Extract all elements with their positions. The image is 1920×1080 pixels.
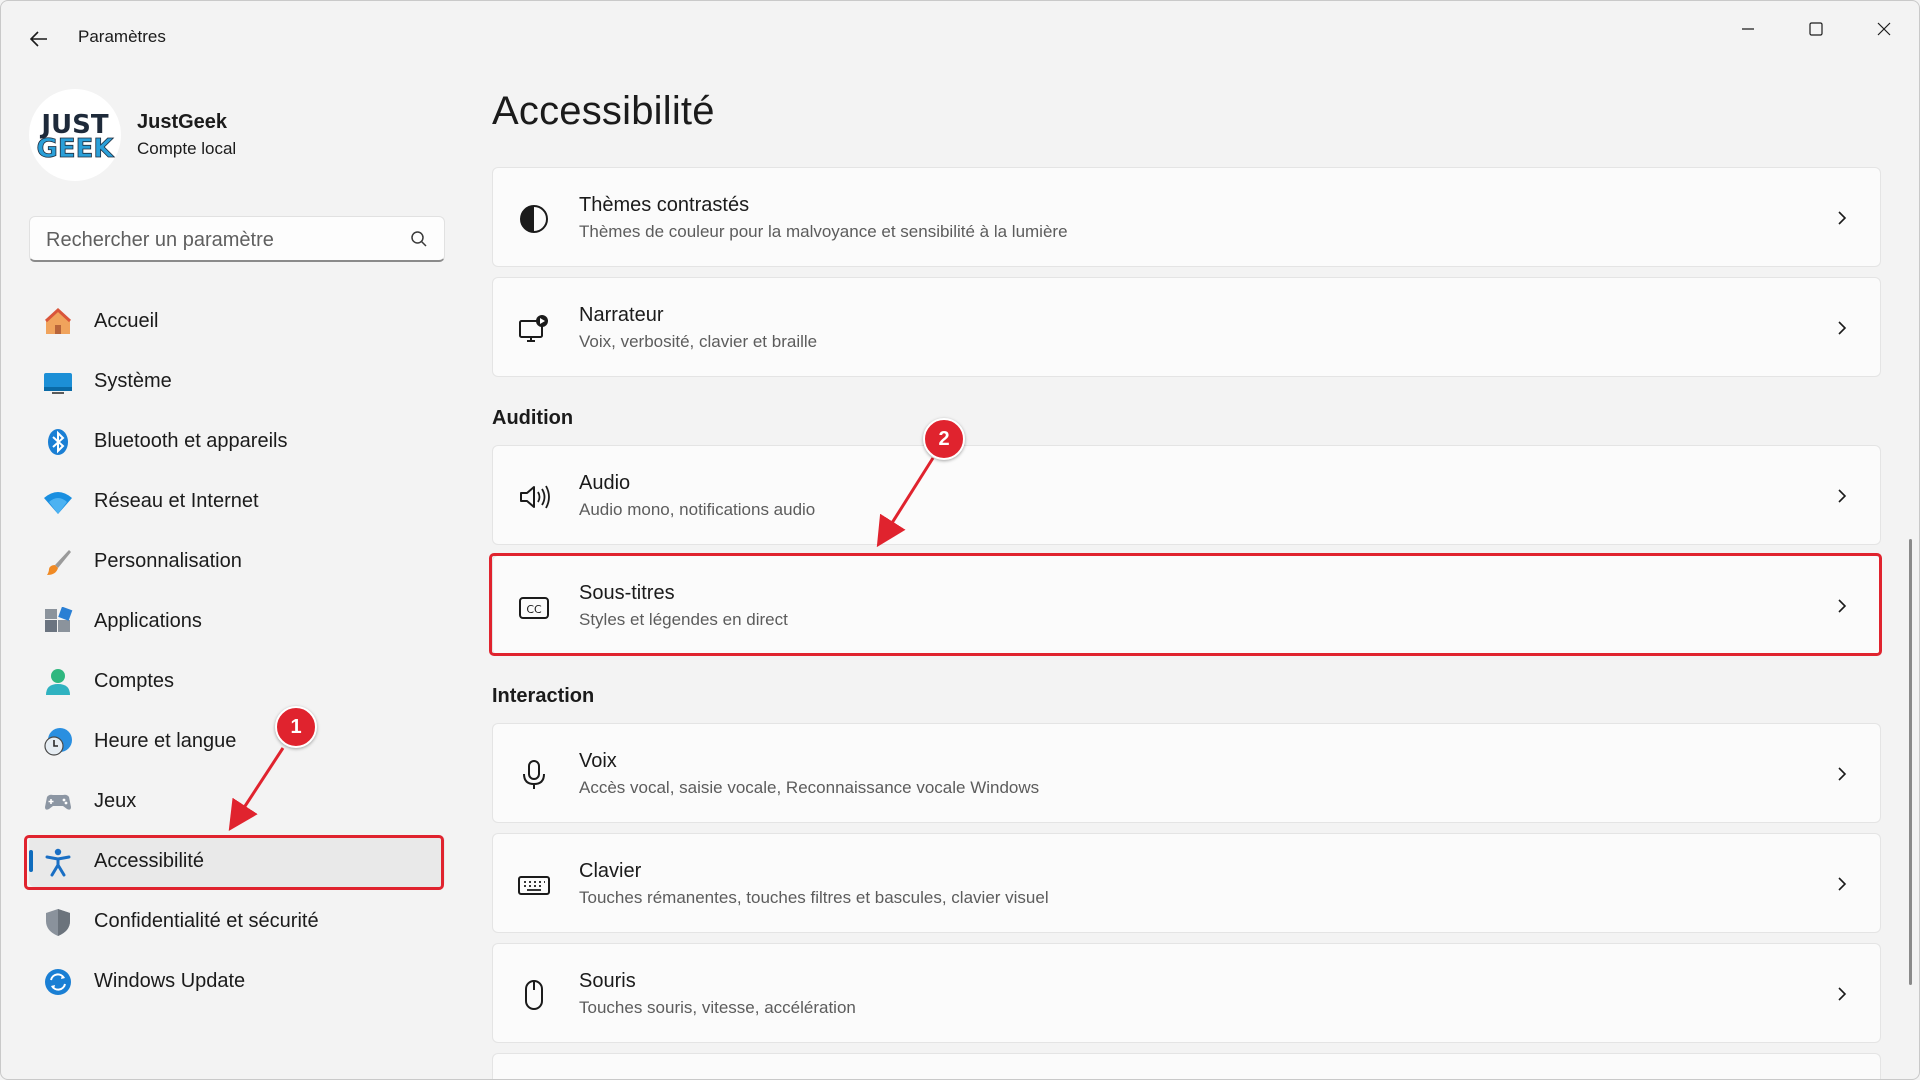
bluetooth-icon [48, 429, 68, 455]
search-box[interactable] [29, 216, 445, 262]
keyboard-icon [518, 876, 550, 895]
card-description: Accès vocal, saisie vocale, Reconnaissan… [579, 778, 1040, 797]
sidebar-nav: Accueil Système Bluetooth et appareils R… [29, 295, 445, 1015]
minimize-icon [1742, 28, 1754, 30]
brush-icon [47, 550, 71, 575]
sidebar-item-comptes[interactable]: Comptes [29, 655, 445, 707]
sidebar-item-label: Applications [94, 610, 202, 632]
search-input[interactable] [44, 225, 408, 255]
sidebar-item-label: Système [94, 370, 172, 392]
sidebar-item-label: Jeux [94, 790, 137, 812]
section-header-audition: Audition [492, 407, 574, 429]
page-title: Accessibilité [492, 89, 715, 133]
narrator-icon [519, 315, 548, 342]
close-icon [1877, 22, 1891, 36]
card-description: Voix, verbosité, clavier et braille [579, 332, 818, 351]
sidebar-item-label: Comptes [94, 670, 175, 692]
sidebar-item-accueil[interactable]: Accueil [29, 295, 445, 347]
card-title: Thèmes contrastés [579, 194, 750, 216]
sidebar-item-label: Heure et langue [94, 730, 237, 752]
chevron-right-icon [1838, 877, 1847, 891]
card-narrateur[interactable]: Narrateur Voix, verbosité, clavier et br… [492, 277, 1881, 377]
section-header-interaction: Interaction [492, 685, 595, 707]
app-title: Paramètres [78, 27, 166, 46]
highlight-sous-titres [489, 553, 1882, 656]
close-button[interactable] [1850, 9, 1918, 49]
card-description: Audio mono, notifications audio [579, 500, 816, 519]
shield-icon [46, 909, 70, 936]
card-partial[interactable] [492, 1053, 1881, 1079]
card-themes-contrastes[interactable]: Thèmes contrastés Thèmes de couleur pour… [492, 167, 1881, 267]
card-title: Clavier [579, 860, 642, 882]
back-button[interactable] [23, 23, 55, 55]
card-description: Thèmes de couleur pour la malvoyance et … [579, 222, 1068, 241]
card-description: Touches souris, vitesse, accélération [579, 998, 856, 1017]
wifi-icon [44, 492, 72, 514]
update-icon [45, 969, 71, 995]
apps-icon [45, 607, 73, 632]
back-arrow-icon [30, 31, 47, 47]
chevron-right-icon [1838, 211, 1847, 225]
justgeek-logo: JUST GEEK [36, 110, 115, 164]
microphone-icon [523, 760, 545, 789]
person-icon [46, 669, 70, 695]
sidebar-item-confidentialite[interactable]: Confidentialité et sécurité [29, 895, 445, 947]
profile-name: JustGeek [137, 111, 228, 133]
card-description: Touches rémanentes, touches filtres et b… [579, 888, 1049, 907]
minimize-button[interactable] [1714, 9, 1782, 49]
sidebar-item-label: Accueil [94, 310, 159, 332]
chevron-right-icon [1838, 489, 1847, 503]
sidebar-item-label: Personnalisation [94, 550, 242, 572]
svg-text:GEEK: GEEK [36, 134, 114, 164]
sidebar-item-applications[interactable]: Applications [29, 595, 445, 647]
highlight-accessibilite [24, 835, 444, 890]
search-icon[interactable] [410, 230, 428, 248]
maximize-icon [1809, 22, 1823, 36]
monitor-icon [44, 373, 72, 394]
speaker-icon [520, 485, 550, 509]
sidebar-item-label: Bluetooth et appareils [94, 430, 288, 452]
sidebar-item-label: Réseau et Internet [94, 490, 259, 512]
chevron-right-icon [1838, 987, 1847, 1001]
step-badge-1: 1 [275, 706, 317, 748]
contrast-icon [520, 205, 548, 233]
card-title: Audio [579, 472, 631, 494]
gamepad-icon [45, 794, 71, 810]
sidebar-item-reseau[interactable]: Réseau et Internet [29, 475, 445, 527]
sidebar-item-jeux[interactable]: Jeux [29, 775, 445, 827]
card-souris[interactable]: Souris Touches souris, vitesse, accéléra… [492, 943, 1881, 1043]
home-icon [44, 307, 72, 334]
card-title: Narrateur [579, 304, 664, 326]
sidebar-item-label: Confidentialité et sécurité [94, 910, 319, 932]
sidebar-item-bluetooth[interactable]: Bluetooth et appareils [29, 415, 445, 467]
mouse-icon [525, 980, 543, 1010]
profile-account-type: Compte local [137, 139, 237, 158]
card-voix[interactable]: Voix Accès vocal, saisie vocale, Reconna… [492, 723, 1881, 823]
sidebar-item-label: Windows Update [94, 970, 246, 992]
scrollbar[interactable] [1909, 539, 1912, 985]
avatar[interactable]: JUST GEEK [29, 89, 121, 181]
sidebar-item-personnalisation[interactable]: Personnalisation [29, 535, 445, 587]
settings-window: Paramètres JUST GEEK JustGeek Compte loc… [0, 0, 1920, 1080]
card-clavier[interactable]: Clavier Touches rémanentes, touches filt… [492, 833, 1881, 933]
clock-globe-icon [44, 728, 72, 756]
card-title: Souris [579, 970, 636, 992]
title-bar: Paramètres [1, 1, 1919, 73]
card-title: Voix [579, 750, 617, 772]
sidebar-item-heure-langue[interactable]: Heure et langue [29, 715, 445, 767]
maximize-button[interactable] [1782, 9, 1850, 49]
step-badge-2: 2 [923, 418, 965, 460]
card-audio[interactable]: Audio Audio mono, notifications audio [492, 445, 1881, 545]
chevron-right-icon [1838, 321, 1847, 335]
sidebar-item-systeme[interactable]: Système [29, 355, 445, 407]
sidebar-item-windows-update[interactable]: Windows Update [29, 955, 445, 1007]
chevron-right-icon [1838, 767, 1847, 781]
